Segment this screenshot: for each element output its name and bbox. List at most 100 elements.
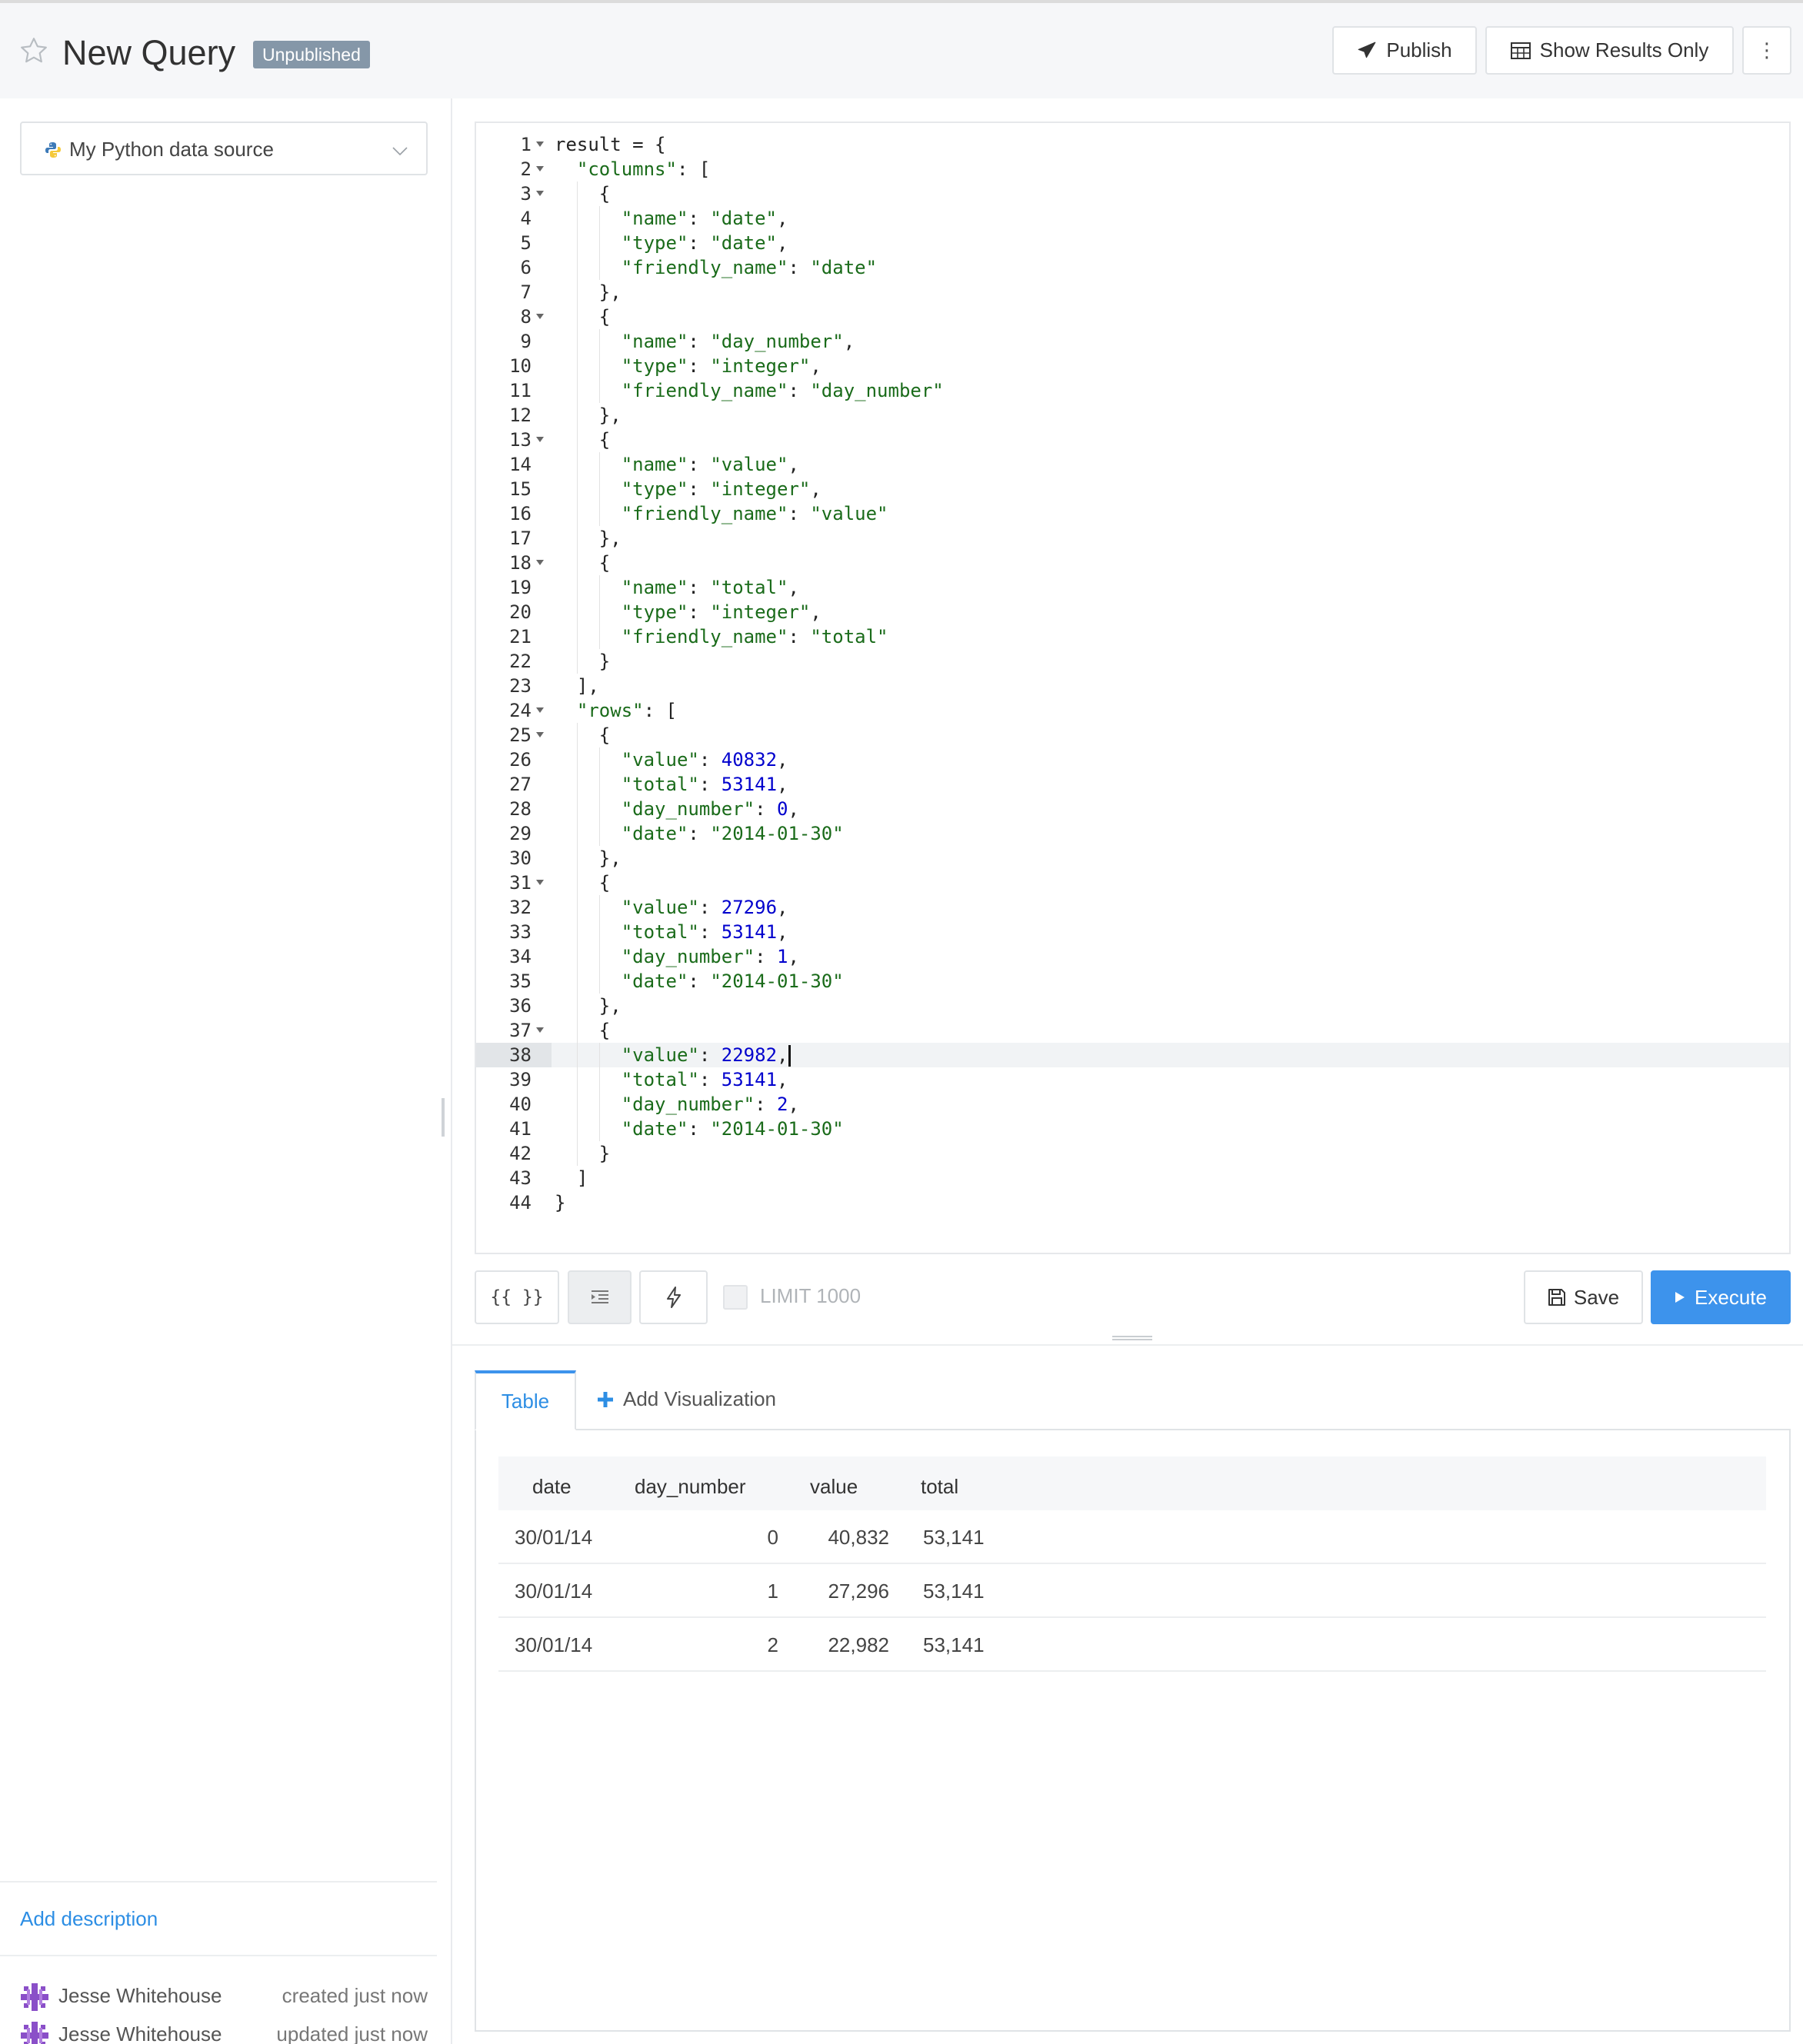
code-line[interactable]: 1 result = {: [476, 132, 1789, 157]
line-number: 1: [520, 134, 532, 155]
fold-arrow-icon[interactable]: [536, 166, 544, 171]
fold-arrow-icon[interactable]: [536, 707, 544, 713]
code-line[interactable]: 12 },: [476, 403, 1789, 428]
publish-button[interactable]: Publish: [1332, 26, 1477, 75]
code-line[interactable]: 2 "columns": [: [476, 157, 1789, 181]
code-line[interactable]: 5 "type": "date",: [476, 231, 1789, 255]
autocomplete-toggle-button[interactable]: [639, 1270, 708, 1324]
updater-name[interactable]: Jesse Whitehouse: [58, 2022, 222, 2044]
fold-arrow-icon[interactable]: [536, 732, 544, 737]
show-results-only-button[interactable]: Show Results Only: [1485, 26, 1734, 75]
line-number: 11: [509, 380, 532, 401]
code-line[interactable]: 19 "name": "total",: [476, 575, 1789, 600]
code-text: ],: [555, 675, 599, 697]
code-text: {: [555, 1020, 611, 1041]
code-line[interactable]: 10 "type": "integer",: [476, 354, 1789, 378]
data-source-select[interactable]: My Python data source: [20, 122, 428, 175]
code-line[interactable]: 3 {: [476, 181, 1789, 206]
code-line[interactable]: 33 "total": 53141,: [476, 920, 1789, 944]
fold-arrow-icon[interactable]: [536, 191, 544, 196]
code-line[interactable]: 36 },: [476, 994, 1789, 1018]
fold-arrow-icon[interactable]: [536, 1027, 544, 1033]
code-editor[interactable]: 1 result = {2 "columns": [3 {4 "name": "d…: [475, 122, 1791, 1254]
code-line[interactable]: 28 "day_number": 0,: [476, 797, 1789, 821]
code-line[interactable]: 17 },: [476, 526, 1789, 551]
code-line[interactable]: 14 "name": "value",: [476, 452, 1789, 477]
code-text: },: [555, 847, 622, 869]
cell-total: 53,141: [923, 1633, 985, 1656]
fold-arrow-icon[interactable]: [536, 560, 544, 565]
execute-button[interactable]: Execute: [1651, 1270, 1791, 1324]
code-line[interactable]: 11 "friendly_name": "day_number": [476, 378, 1789, 403]
sidebar-resize-handle[interactable]: [442, 1098, 445, 1137]
code-line[interactable]: 35 "date": "2014-01-30": [476, 969, 1789, 994]
code-text: {: [555, 429, 611, 451]
code-line[interactable]: 32 "value": 27296,: [476, 895, 1789, 920]
column-header-day-number[interactable]: day_number: [635, 1475, 746, 1499]
column-header-total[interactable]: total: [921, 1475, 958, 1499]
code-line[interactable]: 38 "value": 22982,: [476, 1043, 1789, 1067]
line-number: 33: [509, 921, 532, 943]
code-line[interactable]: 41 "date": "2014-01-30": [476, 1117, 1789, 1141]
code-line[interactable]: 18 {: [476, 551, 1789, 575]
floppy-disk-icon: [1548, 1289, 1565, 1306]
add-parameter-button[interactable]: {{ }}: [475, 1270, 559, 1324]
code-text: "type": "integer",: [621, 355, 822, 377]
code-line[interactable]: 26 "value": 40832,: [476, 747, 1789, 772]
code-text: {: [555, 872, 611, 894]
code-line[interactable]: 39 "total": 53141,: [476, 1067, 1789, 1092]
code-text: "friendly_name": "total": [621, 626, 888, 647]
add-visualization-button[interactable]: Add Visualization: [597, 1387, 776, 1411]
format-query-button[interactable]: [568, 1270, 632, 1324]
code-line[interactable]: 43 ]: [476, 1166, 1789, 1190]
code-line[interactable]: 34 "day_number": 1,: [476, 944, 1789, 969]
table-header: date day_number value total: [498, 1456, 1766, 1510]
code-line[interactable]: 8 {: [476, 305, 1789, 329]
more-options-button[interactable]: ⋮: [1742, 26, 1791, 75]
star-outline-icon[interactable]: [18, 35, 49, 66]
code-line[interactable]: 37 {: [476, 1018, 1789, 1043]
editor-results-resize-handle[interactable]: [1112, 1336, 1152, 1340]
code-line[interactable]: 42 }: [476, 1141, 1789, 1166]
fold-arrow-icon[interactable]: [536, 437, 544, 442]
code-text: "value": 22982,: [555, 1043, 792, 1067]
creator-name[interactable]: Jesse Whitehouse: [58, 1984, 222, 2008]
code-line[interactable]: 20 "type": "integer",: [476, 600, 1789, 624]
code-line[interactable]: 31 {: [476, 871, 1789, 895]
sidebar-divider: [451, 98, 452, 2044]
code-line[interactable]: 16 "friendly_name": "value": [476, 501, 1789, 526]
column-header-value[interactable]: value: [810, 1475, 858, 1499]
code-line[interactable]: 29 "date": "2014-01-30": [476, 821, 1789, 846]
code-line[interactable]: 27 "total": 53141,: [476, 772, 1789, 797]
code-text: },: [555, 528, 622, 549]
save-button[interactable]: Save: [1524, 1270, 1643, 1324]
code-line[interactable]: 9 "name": "day_number",: [476, 329, 1789, 354]
add-description-link[interactable]: Add description: [20, 1907, 158, 1931]
code-line[interactable]: 23 ],: [476, 674, 1789, 698]
code-text: "name": "day_number",: [621, 331, 855, 352]
limit-checkbox[interactable]: [723, 1285, 748, 1310]
code-line[interactable]: 30 },: [476, 846, 1789, 871]
code-line[interactable]: 44}: [476, 1190, 1789, 1215]
cell-date: 30/01/14: [515, 1526, 593, 1549]
code-line[interactable]: 4 "name": "date",: [476, 206, 1789, 231]
plus-icon: [598, 1391, 613, 1407]
tab-table[interactable]: Table: [475, 1370, 576, 1430]
code-line[interactable]: 22 }: [476, 649, 1789, 674]
fold-arrow-icon[interactable]: [536, 141, 544, 147]
column-header-date[interactable]: date: [532, 1475, 572, 1499]
code-line[interactable]: 7 },: [476, 280, 1789, 305]
code-text: result = {: [555, 134, 666, 155]
code-line[interactable]: 40 "day_number": 2,: [476, 1092, 1789, 1117]
code-line[interactable]: 6 "friendly_name": "date": [476, 255, 1789, 280]
code-line[interactable]: 15 "type": "integer",: [476, 477, 1789, 501]
code-line[interactable]: 24 "rows": [: [476, 698, 1789, 723]
code-line[interactable]: 13 {: [476, 428, 1789, 452]
page-title[interactable]: New Query: [62, 32, 235, 74]
fold-arrow-icon[interactable]: [536, 880, 544, 885]
code-line[interactable]: 21 "friendly_name": "total": [476, 624, 1789, 649]
identicon-avatar-icon: [21, 1983, 48, 2011]
code-line[interactable]: 25 {: [476, 723, 1789, 747]
fold-arrow-icon[interactable]: [536, 314, 544, 319]
tabs-bar: [475, 1429, 1791, 1430]
